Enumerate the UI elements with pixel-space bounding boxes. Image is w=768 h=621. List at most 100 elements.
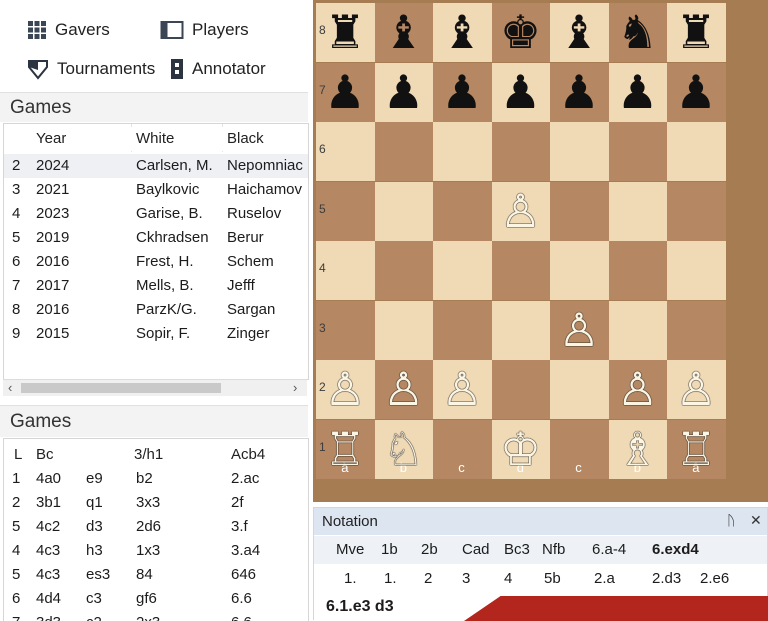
board-square[interactable] bbox=[608, 181, 667, 241]
notation-col-active[interactable]: 6.exd4 bbox=[652, 536, 699, 564]
board-square[interactable] bbox=[433, 122, 492, 181]
white-rook-icon[interactable]: ♖ bbox=[667, 420, 725, 478]
header-col[interactable]: Bc bbox=[36, 443, 54, 467]
board-square[interactable] bbox=[667, 122, 726, 181]
move-cell[interactable]: 3 bbox=[462, 565, 470, 593]
board-square[interactable] bbox=[608, 122, 667, 181]
scroll-left-icon[interactable]: ‹ bbox=[8, 380, 12, 396]
white-pawn-icon[interactable]: ♙ bbox=[492, 182, 550, 240]
move-cell[interactable]: 5b bbox=[544, 565, 561, 593]
table-row[interactable]: 4 2023 Garise, B. Ruselov bbox=[4, 202, 308, 226]
nav-tournaments[interactable]: Tournaments bbox=[27, 58, 155, 80]
header-white[interactable]: White bbox=[136, 127, 174, 151]
black-pawn-icon[interactable]: ♟ bbox=[492, 63, 550, 121]
table-row[interactable]: 7 2017 Mells, B. Jefff bbox=[4, 274, 308, 298]
move-cell[interactable]: 2 bbox=[424, 565, 432, 593]
move-cell[interactable]: 2.a bbox=[594, 565, 615, 593]
table-row[interactable]: 9 2015 Sopir, F. Zinger bbox=[4, 322, 308, 346]
board-square[interactable] bbox=[667, 181, 726, 241]
table-row[interactable]: 3 2021 Baylkovic Haichamov bbox=[4, 178, 308, 202]
nav-gavers[interactable]: Gavers bbox=[27, 20, 110, 40]
move-cell[interactable]: 4 bbox=[504, 565, 512, 593]
white-bishop-icon[interactable]: ♗ bbox=[609, 420, 667, 478]
board-square[interactable] bbox=[374, 241, 433, 300]
black-pawn-icon[interactable]: ♟ bbox=[667, 63, 725, 121]
scroll-right-icon[interactable]: › bbox=[293, 380, 297, 396]
table-row[interactable]: 2 2024 Carlsen, M. Nepomniac bbox=[4, 154, 308, 178]
pin-icon[interactable]: ᚢ bbox=[727, 512, 735, 528]
nav-players[interactable]: Players bbox=[160, 20, 249, 40]
notation-col[interactable]: Mve bbox=[336, 536, 364, 564]
table-row[interactable]: 1 4a0 e9 b2 2.ac bbox=[4, 467, 308, 491]
header-col[interactable]: L bbox=[14, 443, 22, 467]
board-square[interactable] bbox=[550, 360, 609, 419]
header-black[interactable]: Black bbox=[227, 127, 264, 151]
board-square[interactable] bbox=[433, 181, 492, 241]
move-cell[interactable]: 1. bbox=[384, 565, 397, 593]
header-col[interactable]: Acb4 bbox=[231, 443, 265, 467]
table-row[interactable]: 6 2016 Frest, H. Schem bbox=[4, 250, 308, 274]
black-king-icon[interactable]: ♚ bbox=[492, 3, 550, 61]
board-square[interactable] bbox=[374, 122, 433, 181]
black-knight-icon[interactable]: ♞ bbox=[609, 3, 667, 61]
black-bishop-icon[interactable]: ♝ bbox=[433, 3, 491, 61]
cell: 1x3 bbox=[136, 542, 161, 559]
black-pawn-icon[interactable]: ♟ bbox=[433, 63, 491, 121]
white-pawn-icon[interactable]: ♙ bbox=[375, 360, 433, 418]
black-rook-icon[interactable]: ♜ bbox=[667, 3, 725, 61]
board-square[interactable] bbox=[374, 300, 433, 360]
board-square[interactable] bbox=[491, 122, 550, 181]
black-pawn-icon[interactable]: ♟ bbox=[316, 63, 374, 121]
table-row[interactable]: 5 4c3 es3 84 646 bbox=[4, 563, 308, 587]
notation-col[interactable]: 1b bbox=[381, 536, 398, 564]
black-pawn-icon[interactable]: ♟ bbox=[550, 63, 608, 121]
black-pawn-icon[interactable]: ♟ bbox=[609, 63, 667, 121]
white-rook-icon[interactable]: ♖ bbox=[316, 420, 374, 478]
black-rook-icon[interactable]: ♜ bbox=[316, 3, 374, 61]
notation-col[interactable]: 6.a-4 bbox=[592, 536, 626, 564]
header-year[interactable]: Year bbox=[36, 127, 66, 151]
board-square[interactable] bbox=[608, 241, 667, 300]
black-bishop-icon[interactable]: ♝ bbox=[550, 3, 608, 61]
move-cell[interactable]: 2.e6 bbox=[700, 565, 729, 593]
notation-col[interactable]: Cad bbox=[462, 536, 490, 564]
table-row[interactable]: 2 3b1 q1 3x3 2f bbox=[4, 491, 308, 515]
notation-col[interactable]: 2b bbox=[421, 536, 438, 564]
header-col[interactable]: 3/h1 bbox=[134, 443, 163, 467]
white-pawn-icon[interactable]: ♙ bbox=[550, 301, 608, 359]
board-square[interactable] bbox=[550, 181, 609, 241]
board-square[interactable] bbox=[550, 241, 609, 300]
table-row[interactable]: 8 2016 ParzK/G. Sargan bbox=[4, 298, 308, 322]
white-knight-icon[interactable]: ♘ bbox=[375, 420, 433, 478]
chess-board[interactable]: 8 7 6 5 4 3 2 1 à b c d c b â ♜ ♝ ♝ ♚ ♝ ♞ ♜ ♟ ♟ ♟ ♟ ♟ ♟ ♟ ♙ ♙ ♙ ♙ ♙ ♙ ♙ ♖ ♘ ♔ ♗… bbox=[316, 3, 736, 483]
table-row[interactable]: 4 4c3 h3 1x3 3.a4 bbox=[4, 539, 308, 563]
board-square[interactable] bbox=[608, 300, 667, 360]
board-square[interactable] bbox=[667, 300, 726, 360]
nav-annotator[interactable]: Annotator bbox=[170, 58, 266, 80]
white-pawn-icon[interactable]: ♙ bbox=[316, 360, 374, 418]
board-square[interactable] bbox=[491, 300, 550, 360]
black-pawn-icon[interactable]: ♟ bbox=[375, 63, 433, 121]
white-pawn-icon[interactable]: ♙ bbox=[609, 360, 667, 418]
board-square[interactable] bbox=[667, 241, 726, 300]
move-cell[interactable]: 1. bbox=[344, 565, 357, 593]
table-row[interactable]: 5 4c2 d3 2d6 3.f bbox=[4, 515, 308, 539]
board-square[interactable] bbox=[491, 241, 550, 300]
horizontal-scrollbar[interactable]: ‹ › bbox=[3, 379, 307, 396]
table-row[interactable]: 6 4d4 c3 gf6 6.6 bbox=[4, 587, 308, 611]
white-pawn-icon[interactable]: ♙ bbox=[667, 360, 725, 418]
board-square[interactable] bbox=[491, 360, 550, 419]
move-cell[interactable]: 2.d3 bbox=[652, 565, 681, 593]
black-bishop-icon[interactable]: ♝ bbox=[375, 3, 433, 61]
notation-col[interactable]: Bc3 bbox=[504, 536, 530, 564]
white-king-icon[interactable]: ♔ bbox=[492, 420, 550, 478]
notation-col[interactable]: Nfb bbox=[542, 536, 565, 564]
scrollbar-thumb[interactable] bbox=[21, 383, 221, 393]
board-square[interactable] bbox=[433, 300, 492, 360]
table-row[interactable]: 5 2019 Ckhradsen Berur bbox=[4, 226, 308, 250]
board-square[interactable] bbox=[550, 122, 609, 181]
board-square[interactable] bbox=[374, 181, 433, 241]
board-square[interactable] bbox=[433, 241, 492, 300]
close-icon[interactable]: ✕ bbox=[750, 512, 762, 529]
white-pawn-icon[interactable]: ♙ bbox=[433, 360, 491, 418]
